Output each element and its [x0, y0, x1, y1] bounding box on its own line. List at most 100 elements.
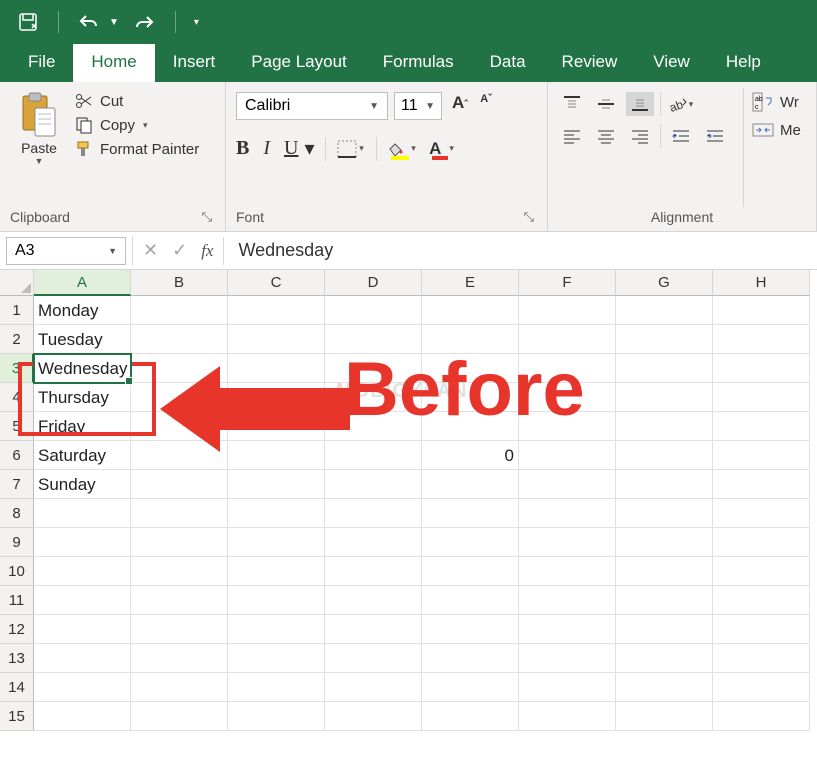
row-header-2[interactable]: 2 [0, 325, 34, 354]
cell-B10[interactable] [131, 557, 228, 586]
cell-G5[interactable] [616, 412, 713, 441]
cell-E10[interactable] [422, 557, 519, 586]
cell-A13[interactable] [34, 644, 131, 673]
cell-E15[interactable] [422, 702, 519, 731]
cell-H13[interactable] [713, 644, 810, 673]
row-header-1[interactable]: 1 [0, 296, 34, 325]
cell-F7[interactable] [519, 470, 616, 499]
font-color-button[interactable]: A ▾ [427, 137, 457, 161]
cell-H2[interactable] [713, 325, 810, 354]
cell-A15[interactable] [34, 702, 131, 731]
cell-D14[interactable] [325, 673, 422, 702]
format-painter-button[interactable]: Format Painter [74, 140, 199, 158]
cell-E6[interactable]: 0 [422, 441, 519, 470]
cell-D2[interactable] [325, 325, 422, 354]
cell-E8[interactable] [422, 499, 519, 528]
cell-B9[interactable] [131, 528, 228, 557]
underline-dropdown-icon[interactable]: ▾ [304, 136, 314, 161]
cell-E7[interactable] [422, 470, 519, 499]
bold-button[interactable]: B [236, 137, 249, 160]
tab-formulas[interactable]: Formulas [365, 44, 472, 82]
cell-B2[interactable] [131, 325, 228, 354]
cell-B11[interactable] [131, 586, 228, 615]
cell-C2[interactable] [228, 325, 325, 354]
cell-G11[interactable] [616, 586, 713, 615]
align-bottom-button[interactable] [626, 92, 654, 116]
cell-H4[interactable] [713, 383, 810, 412]
cell-G12[interactable] [616, 615, 713, 644]
cell-B1[interactable] [131, 296, 228, 325]
cell-F15[interactable] [519, 702, 616, 731]
cell-D10[interactable] [325, 557, 422, 586]
cell-G1[interactable] [616, 296, 713, 325]
cell-D5[interactable] [325, 412, 422, 441]
cell-A11[interactable] [34, 586, 131, 615]
cell-A7[interactable]: Sunday [34, 470, 131, 499]
cell-D13[interactable] [325, 644, 422, 673]
tab-review[interactable]: Review [544, 44, 636, 82]
cell-C5[interactable] [228, 412, 325, 441]
orientation-button[interactable]: ab▾ [667, 92, 695, 116]
column-header-B[interactable]: B [131, 270, 228, 296]
column-header-A[interactable]: A [34, 270, 131, 296]
paste-button[interactable]: Paste ▼ [10, 88, 68, 207]
redo-button[interactable] [129, 8, 161, 36]
row-header-11[interactable]: 11 [0, 586, 34, 615]
undo-dropdown-icon[interactable]: ▼ [109, 17, 119, 28]
cell-C8[interactable] [228, 499, 325, 528]
cell-B12[interactable] [131, 615, 228, 644]
cell-A5[interactable]: Friday [34, 412, 131, 441]
column-header-C[interactable]: C [228, 270, 325, 296]
row-header-6[interactable]: 6 [0, 441, 34, 470]
cell-A10[interactable] [34, 557, 131, 586]
row-header-10[interactable]: 10 [0, 557, 34, 586]
cell-H12[interactable] [713, 615, 810, 644]
cell-G6[interactable] [616, 441, 713, 470]
column-header-E[interactable]: E [422, 270, 519, 296]
cell-E3[interactable] [422, 354, 519, 383]
column-header-H[interactable]: H [713, 270, 810, 296]
cell-A14[interactable] [34, 673, 131, 702]
cell-F13[interactable] [519, 644, 616, 673]
cell-G15[interactable] [616, 702, 713, 731]
enter-formula-button[interactable]: ✓ [172, 240, 187, 261]
copy-dropdown-icon[interactable]: ▾ [143, 120, 148, 131]
cell-A1[interactable]: Monday [34, 296, 131, 325]
cell-H1[interactable] [713, 296, 810, 325]
cell-E11[interactable] [422, 586, 519, 615]
cell-F5[interactable] [519, 412, 616, 441]
select-all-button[interactable] [0, 270, 34, 296]
row-header-8[interactable]: 8 [0, 499, 34, 528]
cell-G3[interactable] [616, 354, 713, 383]
align-top-button[interactable] [558, 92, 586, 116]
cell-G10[interactable] [616, 557, 713, 586]
cell-H6[interactable] [713, 441, 810, 470]
cell-C14[interactable] [228, 673, 325, 702]
cell-F11[interactable] [519, 586, 616, 615]
row-header-7[interactable]: 7 [0, 470, 34, 499]
cell-B3[interactable] [131, 354, 228, 383]
undo-button[interactable] [73, 8, 105, 36]
cell-B8[interactable] [131, 499, 228, 528]
cell-A8[interactable] [34, 499, 131, 528]
cell-F9[interactable] [519, 528, 616, 557]
row-header-3[interactable]: 3 [0, 354, 34, 383]
cell-B4[interactable] [131, 383, 228, 412]
font-name-dropdown[interactable]: Calibri ▼ [236, 92, 388, 120]
increase-indent-button[interactable] [701, 124, 729, 148]
cell-C13[interactable] [228, 644, 325, 673]
tab-help[interactable]: Help [708, 44, 779, 82]
cell-G8[interactable] [616, 499, 713, 528]
cell-F1[interactable] [519, 296, 616, 325]
cell-H5[interactable] [713, 412, 810, 441]
cell-D11[interactable] [325, 586, 422, 615]
cell-H10[interactable] [713, 557, 810, 586]
font-launcher-icon[interactable]: ⤡ [521, 209, 537, 225]
cell-H9[interactable] [713, 528, 810, 557]
borders-button[interactable]: ▾ [336, 137, 366, 161]
cell-B15[interactable] [131, 702, 228, 731]
cell-A4[interactable]: Thursday [34, 383, 131, 412]
cell-C9[interactable] [228, 528, 325, 557]
cancel-formula-button[interactable]: ✕ [143, 240, 158, 261]
cell-H7[interactable] [713, 470, 810, 499]
